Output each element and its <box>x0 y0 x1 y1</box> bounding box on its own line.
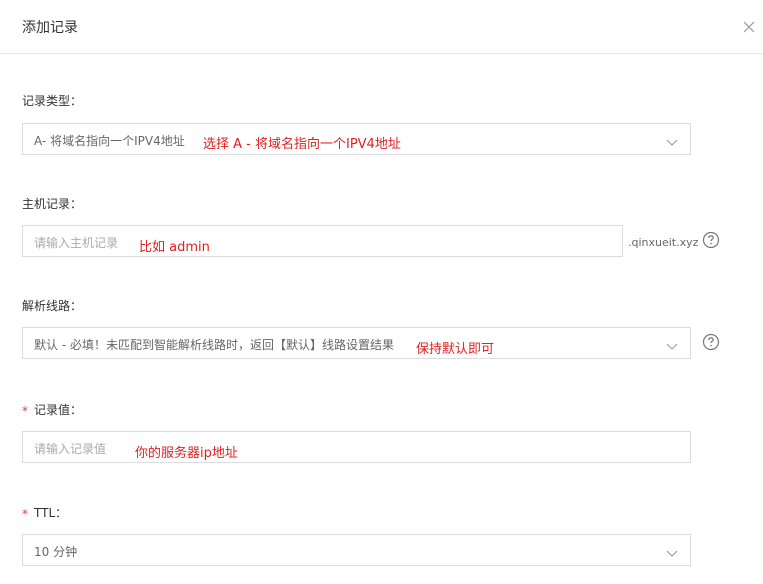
dialog-title: 添加记录 <box>22 20 78 36</box>
host-record-input[interactable]: 请输入主机记录 <box>22 225 623 257</box>
chevron-down-icon <box>666 337 678 350</box>
host-record-placeholder: 请输入主机记录 <box>34 236 119 250</box>
domain-suffix: .qinxueit.xyz <box>628 236 699 249</box>
ttl-select[interactable]: 10 分钟 <box>22 534 691 566</box>
chevron-down-icon <box>666 133 678 146</box>
chevron-down-icon <box>666 544 678 557</box>
dialog-header: 添加记录 <box>0 0 763 54</box>
ttl-label: * TTL： <box>22 506 68 521</box>
add-record-dialog: 添加记录 记录类型： A- 将域名指向一个IPV4地址 选择 A - 将域名指向… <box>0 0 763 584</box>
record-value-label: * 记录值： <box>22 403 83 418</box>
ttl-value: 10 分钟 <box>34 545 78 559</box>
required-mark: * <box>22 404 28 418</box>
host-record-annotation: 比如 admin <box>139 240 210 255</box>
record-type-annotation: 选择 A - 将域名指向一个IPV4地址 <box>203 137 401 152</box>
help-circle-icon[interactable] <box>702 333 720 351</box>
record-value-annotation: 你的服务器ip地址 <box>135 446 238 461</box>
line-annotation: 保持默认即可 <box>416 342 495 357</box>
close-icon[interactable] <box>740 18 758 36</box>
record-value-placeholder: 请输入记录值 <box>34 442 107 456</box>
required-mark: * <box>22 507 28 521</box>
line-select[interactable]: 默认 - 必填！未匹配到智能解析线路时，返回【默认】线路设置结果 <box>22 327 691 359</box>
record-type-label: 记录类型： <box>22 94 83 108</box>
record-value-input[interactable]: 请输入记录值 <box>22 431 691 463</box>
host-record-label: 主机记录： <box>22 197 83 211</box>
line-value: 默认 - 必填！未匹配到智能解析线路时，返回【默认】线路设置结果 <box>34 338 394 352</box>
record-type-value: A- 将域名指向一个IPV4地址 <box>34 134 185 148</box>
line-label: 解析线路： <box>22 299 83 313</box>
help-circle-icon[interactable] <box>702 231 720 249</box>
